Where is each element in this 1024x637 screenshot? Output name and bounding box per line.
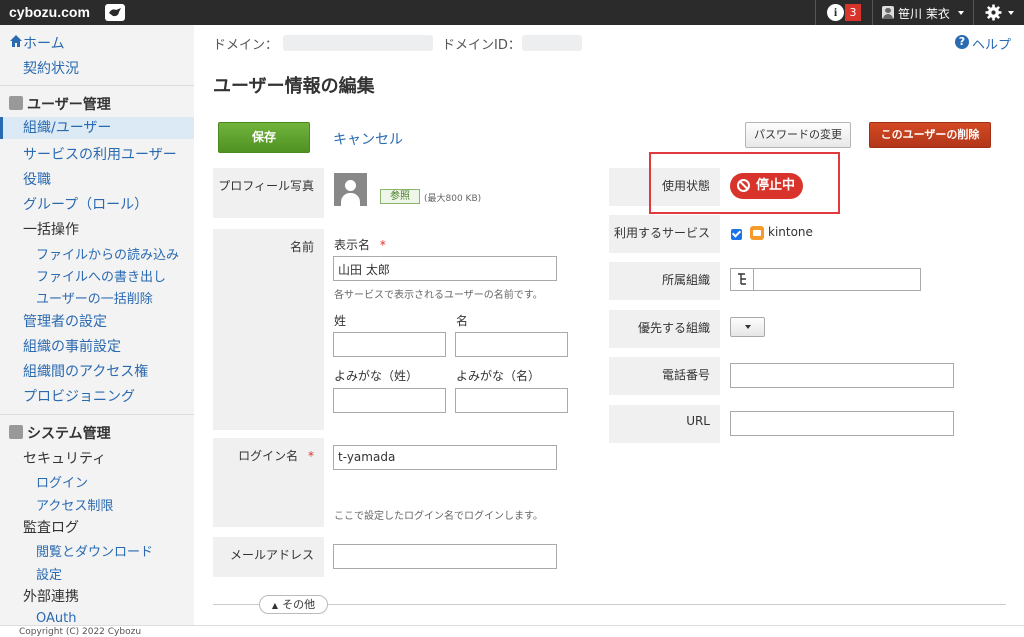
required-mark: *	[308, 449, 314, 463]
delete-user-button[interactable]: このユーザーの削除	[869, 122, 991, 148]
triangle-up-icon: ▲	[271, 601, 279, 610]
page-title: ユーザー情報の編集	[213, 76, 375, 97]
first-name-kana-label: よみがな（名）	[456, 369, 541, 383]
help-icon[interactable]: ?	[955, 35, 969, 49]
section-heading-system-management: システム管理	[27, 426, 111, 442]
org-input[interactable]	[730, 268, 921, 291]
login-name-hint: ここで設定したログイン名でログインします。	[334, 511, 543, 522]
first-name-input[interactable]	[455, 332, 568, 357]
sidebar-item-home[interactable]: ホーム	[0, 33, 194, 53]
domain-id-label: ドメインID：	[442, 38, 521, 53]
browse-button[interactable]: 参照	[380, 189, 420, 204]
kintone-icon	[750, 226, 764, 240]
sidebar-item-view-download[interactable]: 閲覧とダウンロード	[0, 541, 194, 560]
first-name-label: 名	[456, 314, 469, 328]
brand-logo[interactable]: cybozu.com	[9, 4, 90, 20]
sidebar-item-audit-log: 監査ログ	[23, 520, 79, 536]
user-avatar-icon	[882, 6, 894, 19]
last-name-kana-label: よみがな（姓）	[334, 369, 419, 383]
kintone-label: kintone	[768, 225, 813, 239]
domain-redacted	[283, 35, 433, 51]
sidebar-item-export[interactable]: ファイルへの書き出し	[0, 266, 194, 285]
sidebar-item-bulk-ops: 一括操作	[23, 222, 79, 238]
sidebar-item-login[interactable]: ログイン	[0, 472, 194, 491]
url-input[interactable]	[730, 411, 954, 436]
sidebar: ホーム 契約状況 ユーザー管理 組織/ユーザー サービスの利用ユーザー 役職 グ…	[0, 25, 194, 625]
app-switcher-icon[interactable]	[105, 4, 125, 21]
sidebar-item-contract[interactable]: 契約状況	[0, 58, 194, 78]
divider	[0, 414, 194, 415]
section-divider	[213, 604, 1006, 605]
priority-org-dropdown[interactable]	[730, 317, 765, 337]
ban-icon	[737, 179, 750, 192]
display-name-label: 表示名 *	[334, 236, 386, 253]
sidebar-item-import[interactable]: ファイルからの読み込み	[0, 244, 194, 263]
display-name-input[interactable]: 山田 太郎	[333, 256, 557, 281]
last-name-label: 姓	[334, 314, 347, 328]
sidebar-item-org-access[interactable]: 組織間のアクセス権	[0, 361, 194, 381]
sidebar-item-provisioning[interactable]: プロビジョニング	[0, 386, 194, 406]
divider	[872, 0, 873, 25]
phone-label: 電話番号	[609, 357, 720, 395]
services-label: 利用するサービス	[609, 215, 720, 253]
kintone-checkbox[interactable]	[731, 229, 742, 240]
display-name-label-text: 表示名	[334, 238, 371, 252]
sidebar-item-roles[interactable]: 役職	[0, 169, 194, 189]
sidebar-item-access-limit[interactable]: アクセス制限	[0, 495, 194, 514]
help-link[interactable]: ヘルプ	[972, 34, 1011, 53]
top-bar: cybozu.com i 3 笹川 茉衣	[0, 0, 1024, 25]
sidebar-item-audit-settings[interactable]: 設定	[0, 564, 194, 583]
email-label: メールアドレス	[213, 537, 324, 577]
section-heading-user-management: ユーザー管理	[27, 97, 111, 113]
chevron-down-icon[interactable]	[1008, 11, 1014, 15]
chevron-down-icon[interactable]	[958, 11, 964, 15]
login-name-label: ログイン名 *	[213, 438, 324, 527]
chevron-down-icon	[745, 325, 751, 329]
org-tree-icon	[738, 273, 746, 285]
more-label: その他	[282, 598, 316, 611]
divider	[0, 85, 194, 86]
notification-badge[interactable]: 3	[845, 4, 861, 21]
profile-photo-label: プロフィール写真	[213, 168, 324, 218]
user-menu[interactable]: 笹川 茉衣	[898, 5, 950, 22]
change-password-button[interactable]: パスワードの変更	[745, 122, 851, 148]
domain-id-redacted	[522, 35, 582, 51]
login-name-input[interactable]: t-yamada	[333, 445, 557, 470]
save-button[interactable]: 保存	[218, 122, 310, 153]
login-name-label-text: ログイン名	[238, 449, 299, 463]
phone-input[interactable]	[730, 363, 954, 388]
last-name-kana-input[interactable]	[333, 388, 446, 413]
url-label: URL	[609, 405, 720, 443]
first-name-kana-input[interactable]	[455, 388, 568, 413]
org-tree-button[interactable]	[731, 269, 754, 290]
sidebar-item-service-users[interactable]: サービスの利用ユーザー	[0, 144, 194, 164]
priority-org-label: 優先する組織	[609, 310, 720, 348]
sidebar-item-external: 外部連携	[23, 589, 79, 605]
more-toggle-button[interactable]: ▲ その他	[259, 595, 328, 614]
info-icon[interactable]: i	[827, 4, 844, 21]
footer-copyright: Copyright (C) 2022 Cybozu	[0, 625, 1024, 637]
sidebar-item-oauth[interactable]: OAuth	[0, 611, 194, 625]
max-size-hint: (最大800 KB)	[424, 194, 482, 204]
sidebar-item-security: セキュリティ	[23, 451, 107, 467]
last-name-input[interactable]	[333, 332, 446, 357]
divider	[815, 0, 816, 25]
required-mark: *	[379, 238, 386, 252]
sidebar-item-org-users[interactable]: 組織/ユーザー	[0, 117, 194, 139]
email-input[interactable]	[333, 544, 557, 569]
display-name-hint: 各サービスで表示されるユーザーの名前です。	[334, 290, 543, 301]
avatar-placeholder	[334, 173, 367, 206]
gear-icon[interactable]	[985, 4, 1002, 21]
name-label: 名前	[213, 229, 324, 430]
domain-label: ドメイン：	[213, 38, 279, 53]
sidebar-item-groups[interactable]: グループ（ロール）	[0, 194, 194, 214]
divider	[973, 0, 974, 25]
cancel-link[interactable]: キャンセル	[333, 129, 403, 149]
sidebar-item-admin-settings[interactable]: 管理者の設定	[0, 311, 194, 331]
sidebar-item-bulk-delete[interactable]: ユーザーの一括削除	[0, 288, 194, 307]
sidebar-item-org-presets[interactable]: 組織の事前設定	[0, 336, 194, 356]
org-label: 所属組織	[609, 262, 720, 300]
